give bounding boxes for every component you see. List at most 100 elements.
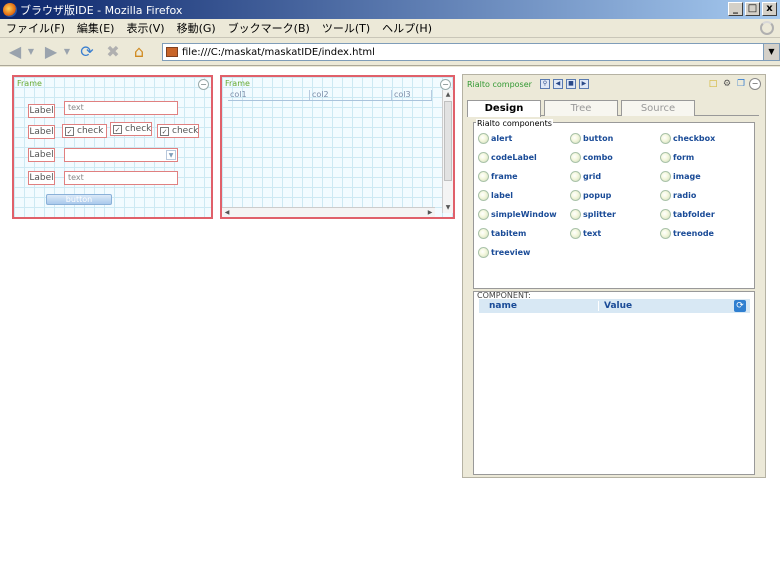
component-label: combo — [583, 153, 613, 162]
menu-tools[interactable]: ツール(T) — [316, 20, 376, 36]
menu-view[interactable]: 表示(V) — [120, 20, 170, 36]
copy-icon[interactable]: ❐ — [735, 78, 747, 90]
forward-dropdown-icon[interactable]: ▼ — [62, 41, 72, 63]
component-label: simpleWindow — [491, 210, 557, 219]
properties-name-header: name — [479, 301, 599, 311]
component-label: form — [673, 153, 695, 162]
component-splitter[interactable]: splitter — [570, 209, 616, 220]
frame-form[interactable]: Frame − Label text Label ✓ check ✓ check ✓… — [12, 75, 213, 219]
label-widget[interactable]: Label — [28, 148, 55, 162]
scroll-left-icon[interactable]: ◀ — [222, 208, 232, 217]
combo-widget[interactable]: ▼ — [64, 148, 178, 162]
component-combo[interactable]: combo — [570, 152, 613, 163]
combo-dropdown-icon[interactable]: ▼ — [166, 150, 176, 160]
checkbox-widget[interactable]: ✓ check — [157, 124, 199, 138]
close-button[interactable]: x — [762, 2, 777, 16]
component-image[interactable]: image — [660, 171, 701, 182]
component-text[interactable]: text — [570, 228, 601, 239]
component-simplewindow[interactable]: simpleWindow — [478, 209, 557, 220]
component-label[interactable]: label — [478, 190, 513, 201]
refresh-icon[interactable]: ⟳ — [734, 300, 746, 312]
component-tabitem[interactable]: tabitem — [478, 228, 526, 239]
component-label: codeLabel — [491, 153, 537, 162]
component-alert[interactable]: alert — [478, 133, 512, 144]
component-grid[interactable]: grid — [570, 171, 601, 182]
component-icon — [478, 190, 489, 201]
component-label: splitter — [583, 210, 616, 219]
component-label: grid — [583, 172, 602, 181]
menu-go[interactable]: 移動(G) — [171, 20, 222, 36]
component-label: popup — [583, 191, 612, 200]
home-icon[interactable]: ⌂ — [128, 41, 150, 63]
component-popup[interactable]: popup — [570, 190, 611, 201]
menu-bookmarks[interactable]: ブックマーク(B) — [222, 20, 316, 36]
text-widget[interactable]: text — [64, 171, 178, 185]
label-widget[interactable]: Label — [28, 125, 55, 139]
button-widget[interactable]: button — [46, 194, 112, 205]
url-text[interactable]: file:///C:/maskat/maskatIDE/index.html — [182, 47, 375, 58]
layout-left-icon[interactable]: ◀ — [552, 79, 563, 89]
frame-close-icon[interactable]: − — [440, 79, 451, 90]
component-radio[interactable]: radio — [660, 190, 696, 201]
component-icon — [570, 209, 581, 220]
grid-column-header[interactable]: col3 — [392, 90, 432, 100]
tab-design[interactable]: Design — [467, 100, 541, 117]
component-frame[interactable]: frame — [478, 171, 518, 182]
properties-value-header: Value — [604, 301, 633, 311]
component-icon — [660, 228, 671, 239]
back-arrow-icon[interactable]: ◀ — [4, 41, 26, 63]
component-button[interactable]: button — [570, 133, 613, 144]
stop-icon[interactable]: ✖ — [102, 41, 124, 63]
component-label: radio — [673, 191, 697, 200]
layout-right-icon[interactable]: ▶ — [578, 79, 589, 89]
minimize-panel-icon[interactable]: − — [749, 78, 761, 90]
component-codelabel[interactable]: codeLabel — [478, 152, 537, 163]
component-properties: COMPONENT: name Value ⟳ — [473, 291, 755, 475]
settings-icon[interactable]: ⚙ — [721, 78, 733, 90]
components-palette-title: Rialto components — [476, 119, 553, 128]
menu-help[interactable]: ヘルプ(H) — [376, 20, 438, 36]
component-form[interactable]: form — [660, 152, 694, 163]
component-icon — [570, 133, 581, 144]
new-file-icon[interactable]: □ — [707, 78, 719, 90]
url-dropdown-icon[interactable]: ▼ — [763, 44, 779, 60]
component-checkbox[interactable]: checkbox — [660, 133, 715, 144]
label-widget[interactable]: Label — [28, 104, 55, 118]
component-tabfolder[interactable]: tabfolder — [660, 209, 715, 220]
menu-file[interactable]: ファイル(F) — [0, 20, 71, 36]
component-icon — [660, 209, 671, 220]
scroll-right-icon[interactable]: ▶ — [425, 208, 435, 217]
component-label: button — [583, 134, 614, 143]
checkbox-widget[interactable]: ✓ check — [62, 124, 107, 138]
vertical-scrollbar[interactable]: ▲ ▼ — [442, 90, 453, 213]
minimize-button[interactable]: _ — [728, 2, 743, 16]
menu-edit[interactable]: 編集(E) — [71, 20, 121, 36]
component-treenode[interactable]: treenode — [660, 228, 714, 239]
component-label: tabfolder — [673, 210, 715, 219]
component-treeview[interactable]: treeview — [478, 247, 530, 258]
label-widget[interactable]: Label — [28, 171, 55, 185]
grid-column-header[interactable]: col1 — [228, 90, 310, 100]
back-dropdown-icon[interactable]: ▼ — [26, 41, 36, 63]
maximize-button[interactable]: □ — [745, 2, 760, 16]
forward-arrow-icon[interactable]: ▶ — [40, 41, 62, 63]
reload-icon[interactable]: ⟳ — [76, 41, 98, 63]
frame-grid[interactable]: Frame − col1 col2 col3 ▲ ▼ ◀ ▶ — [220, 75, 455, 219]
scroll-thumb[interactable] — [444, 101, 452, 181]
tab-source[interactable]: Source — [621, 100, 695, 116]
scroll-down-icon[interactable]: ▼ — [443, 203, 453, 213]
properties-table-header: name Value ⟳ — [479, 299, 750, 313]
text-widget[interactable]: text — [64, 101, 178, 115]
frame-close-icon[interactable]: − — [198, 79, 209, 90]
layout-center-icon[interactable]: ■ — [565, 79, 576, 89]
inspect-icon[interactable]: ⚲ — [539, 79, 550, 89]
checkbox-widget[interactable]: ✓ check — [110, 122, 152, 136]
grid-column-header[interactable]: col2 — [310, 90, 392, 100]
tab-tree[interactable]: Tree — [544, 100, 618, 116]
composer-tabs: Design Tree Source — [467, 100, 759, 117]
url-bar[interactable]: file:///C:/maskat/maskatIDE/index.html ▼ — [162, 43, 780, 61]
horizontal-scrollbar[interactable]: ◀ ▶ — [222, 207, 435, 217]
grid-header: col1 col2 col3 — [228, 90, 432, 101]
scroll-up-icon[interactable]: ▲ — [443, 90, 453, 100]
component-label: treeview — [491, 248, 531, 257]
